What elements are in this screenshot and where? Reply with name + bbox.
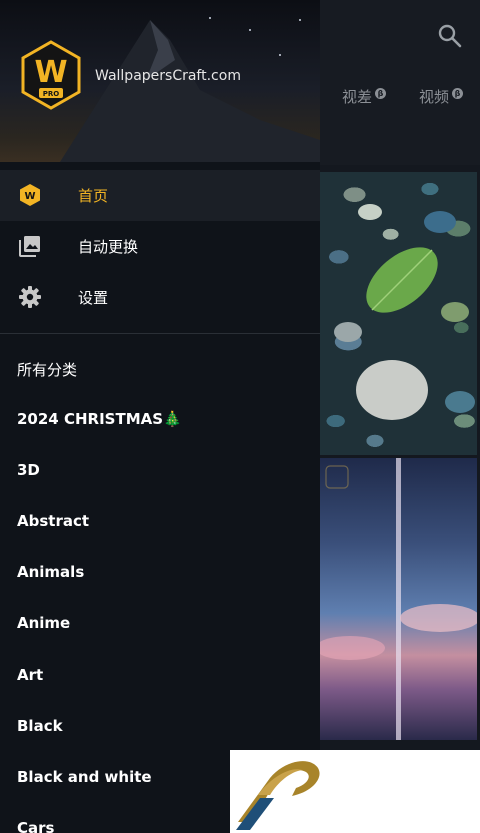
watermark-logo [230, 750, 480, 833]
menu-item-auto-change[interactable]: 自动更换 [0, 221, 320, 272]
category-item-black-and-white[interactable]: Black and white [17, 768, 152, 786]
menu-divider [0, 333, 320, 334]
tab-label: 视频 [419, 88, 450, 106]
categories-heading: 所有分类 [17, 361, 78, 379]
stones-leaf-image [334, 204, 475, 420]
wallpaperscraft-pro-logo: W PRO [21, 40, 81, 110]
brand-swoosh-logo [236, 761, 320, 830]
menu-item-home[interactable]: W 首页 [0, 170, 320, 221]
menu-label: 自动更换 [78, 238, 139, 256]
beta-badge: β [375, 88, 387, 99]
site-name: WallpapersCraft.com [95, 68, 241, 84]
tab-label: 视差 [342, 88, 373, 106]
drawer-header: W PRO WallpapersCraft.com [0, 0, 320, 162]
category-item-art[interactable]: Art [17, 666, 43, 684]
tab-parallax[interactable]: 视差 β [342, 86, 387, 107]
category-item-christmas[interactable]: 2024 CHRISTMAS🎄 [17, 410, 182, 428]
category-item-animals[interactable]: Animals [17, 563, 84, 581]
tab-video[interactable]: 视频 β [419, 86, 464, 107]
image-gallery-icon [19, 236, 40, 257]
category-item-anime[interactable]: Anime [17, 614, 70, 632]
logo-letter: W [34, 55, 67, 90]
navigation-drawer: W PRO WallpapersCraft.com W 首页 自动更换 设置 所… [0, 0, 320, 833]
category-item-black[interactable]: Black [17, 717, 63, 735]
category-item-abstract[interactable]: Abstract [17, 512, 89, 530]
menu-label: 设置 [78, 289, 109, 307]
menu-item-settings[interactable]: 设置 [0, 272, 320, 323]
wallpaper-thumbnail-sky[interactable] [320, 458, 477, 740]
category-item-cars[interactable]: Cars [17, 819, 54, 833]
wallpaper-thumbnail-stones[interactable] [320, 172, 477, 455]
menu-label: 首页 [78, 187, 109, 205]
search-icon[interactable] [436, 22, 464, 50]
logo-badge-text: PRO [43, 90, 60, 98]
category-item-3d[interactable]: 3D [17, 461, 40, 479]
wallpaperscraft-home-icon: W [20, 184, 40, 206]
beta-badge: β [452, 88, 464, 99]
gear-icon [19, 286, 41, 308]
home-icon-letter: W [24, 191, 35, 202]
sky-light-beam-image [320, 458, 477, 740]
